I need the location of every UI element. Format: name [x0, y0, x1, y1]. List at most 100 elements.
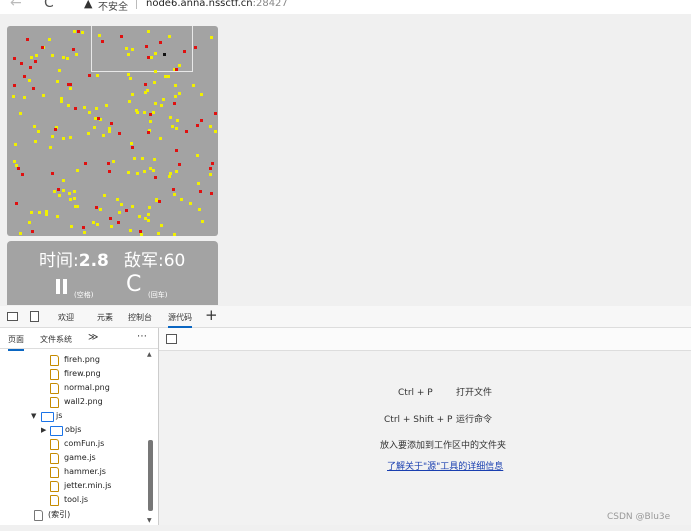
enemy-dot	[41, 46, 45, 50]
enemy-dot	[20, 62, 23, 66]
yellow-dot	[76, 204, 80, 208]
file-name: fireh.png	[64, 355, 100, 364]
enemy-dot	[178, 163, 182, 167]
yellow-dot	[75, 53, 79, 57]
game-canvas[interactable]	[7, 26, 218, 236]
yellow-dot	[144, 91, 148, 95]
enemy-dot	[147, 56, 151, 60]
tree-file[interactable]: fireh.png	[50, 353, 100, 367]
url-field[interactable]: node6.anna.nssctf.cn:28427	[146, 0, 288, 9]
tree-file[interactable]: normal.png	[50, 381, 110, 395]
yellow-dot	[49, 145, 52, 149]
tree-folder-js[interactable]: ▼ js	[31, 409, 62, 423]
yellow-dot	[68, 136, 72, 140]
yellow-dot	[126, 72, 130, 76]
enemy-dot	[109, 216, 113, 220]
yellow-dot	[58, 69, 62, 73]
yellow-dot	[45, 213, 49, 217]
tree-file[interactable]: jetter.min.js	[50, 479, 111, 493]
game-hud: 时间:2.8 敌军:60 (空格) C (回车)	[7, 241, 218, 305]
enemy-label: 敌军:	[124, 251, 164, 271]
folder-name: js	[56, 411, 63, 420]
yellow-dot	[27, 220, 31, 224]
enemy-dot	[31, 87, 35, 91]
warning-icon[interactable]: ▲	[84, 0, 92, 10]
navigator-menu-icon[interactable]: ⋯	[137, 331, 147, 342]
tree-file-index[interactable]: (索引)	[34, 508, 70, 522]
add-tab-icon[interactable]: +	[205, 306, 218, 324]
yellow-dot	[159, 136, 163, 140]
learn-more-link[interactable]: 了解关于"源"工具的详细信息	[387, 459, 503, 472]
tab-elements[interactable]: 元素	[97, 312, 113, 323]
yellow-dot	[153, 51, 157, 55]
tree-file[interactable]: wall2.png	[50, 395, 103, 409]
tab-welcome[interactable]: 欢迎	[58, 312, 74, 323]
yellow-dot	[198, 207, 202, 211]
tree-file[interactable]: tool.js	[50, 493, 88, 507]
file-name: firew.png	[64, 369, 101, 378]
yellow-dot	[72, 196, 76, 200]
yellow-dot	[51, 135, 55, 139]
yellow-dot	[68, 86, 72, 90]
enemy-dot	[94, 205, 98, 209]
toggle-navigator-icon[interactable]	[166, 334, 177, 344]
enemy-dot	[119, 35, 123, 39]
enemy-dot	[157, 199, 161, 203]
navigator-scrollbar[interactable]	[148, 440, 153, 511]
yellow-dot	[180, 197, 184, 201]
insecure-label[interactable]: 不安全	[98, 0, 128, 13]
tab-console[interactable]: 控制台	[128, 312, 152, 323]
yellow-dot	[75, 169, 79, 173]
enemy-dot	[66, 82, 70, 86]
reload-icon[interactable]: C	[44, 0, 54, 11]
enemy-dot	[199, 118, 203, 122]
yellow-dot	[135, 172, 139, 176]
yellow-dot	[136, 111, 140, 115]
enemy-dot	[172, 101, 176, 105]
scroll-up-icon[interactable]: ▲	[147, 351, 152, 358]
yellow-dot	[18, 111, 22, 115]
file-icon	[50, 369, 59, 380]
tree-file[interactable]: game.js	[50, 451, 96, 465]
yellow-dot	[209, 124, 213, 128]
yellow-dot	[167, 174, 171, 178]
yellow-dot	[95, 73, 99, 77]
device-emulation-icon[interactable]	[30, 311, 39, 322]
yellow-dot	[69, 197, 73, 201]
yellow-dot	[173, 192, 177, 196]
yellow-dot	[34, 54, 38, 58]
navigator-tabs: 页面 文件系统 ≫ ⋯	[0, 328, 158, 351]
enemy-dot	[153, 176, 157, 180]
tab-sources[interactable]: 源代码	[168, 312, 192, 328]
file-name: normal.png	[64, 383, 110, 392]
tree-file[interactable]: comFun.js	[50, 437, 104, 451]
enemy-dot	[87, 74, 91, 78]
inspect-icon[interactable]	[7, 312, 18, 321]
folder-name: objs	[65, 425, 82, 434]
restart-icon[interactable]: C	[126, 272, 141, 297]
tree-file[interactable]: firew.png	[50, 367, 101, 381]
tab-filesystem[interactable]: 文件系统	[40, 334, 72, 345]
more-tabs-icon[interactable]: ≫	[88, 332, 98, 343]
tab-page[interactable]: 页面	[8, 334, 24, 351]
yellow-dot	[143, 110, 147, 114]
yellow-dot	[188, 202, 192, 206]
tree-file[interactable]: hammer.js	[50, 465, 106, 479]
yellow-dot	[174, 94, 177, 98]
scroll-down-icon[interactable]: ▼	[147, 517, 152, 524]
back-icon[interactable]: ←	[10, 0, 22, 11]
file-name: comFun.js	[64, 439, 105, 448]
enemy-dot	[209, 167, 213, 171]
enemy-dot	[198, 189, 202, 193]
yellow-dot	[157, 232, 161, 236]
yellow-dot	[120, 202, 124, 206]
yellow-dot	[210, 35, 214, 39]
sources-editor: Ctrl + P 打开文件 Ctrl + Shift + P 运行命令 放入要添…	[159, 328, 691, 525]
yellow-dot	[153, 157, 157, 161]
tree-folder-objs[interactable]: ▶ objs	[41, 423, 81, 437]
devtools-tab-strip: 欢迎 元素 控制台 源代码 +	[0, 306, 691, 328]
yellow-dot	[142, 169, 146, 173]
watermark: CSDN @Blu3e	[607, 512, 671, 522]
browser-address-bar: ← C ▲ 不安全 node6.anna.nssctf.cn:28427	[0, 0, 691, 14]
yellow-dot	[88, 111, 92, 115]
